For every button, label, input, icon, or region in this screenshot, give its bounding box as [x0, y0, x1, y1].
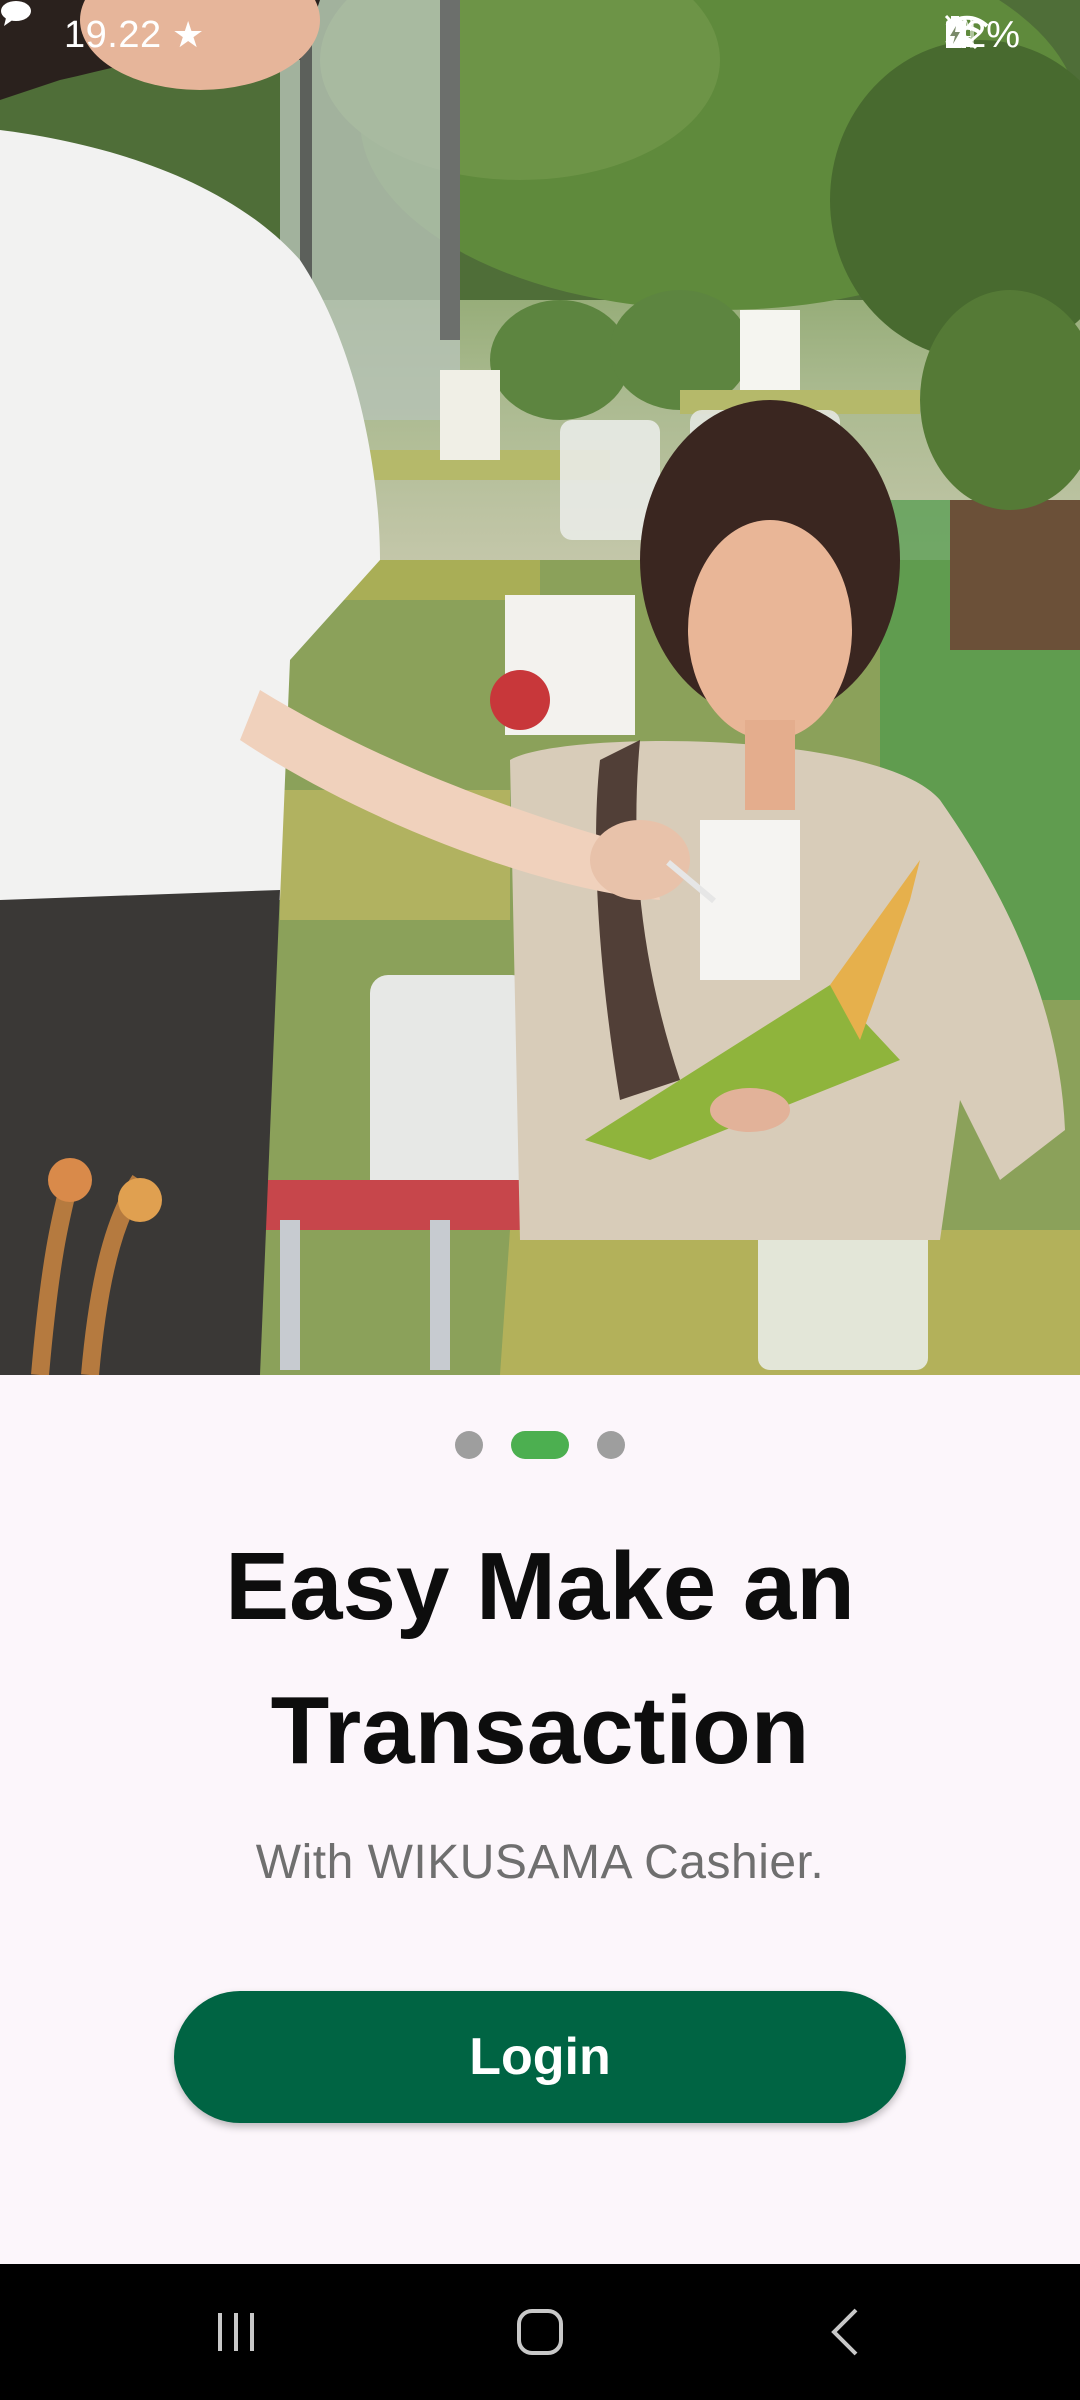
login-button[interactable]: Login: [174, 1991, 906, 2123]
page-dot-2-active[interactable]: [511, 1431, 569, 1459]
battery-icon: [945, 16, 964, 48]
home-icon: [517, 2309, 563, 2355]
recent-apps-button[interactable]: [136, 2264, 336, 2400]
hero-image: 19.22 ★ Vo)) LTE: [0, 0, 1080, 1375]
back-button[interactable]: [744, 2264, 944, 2400]
page-dot-1[interactable]: [455, 1431, 483, 1459]
home-button[interactable]: [440, 2264, 640, 2400]
onboarding-title: Easy Make an Transaction: [225, 1533, 855, 1784]
restaurant-illustration: [0, 0, 1080, 1375]
page-dot-3[interactable]: [597, 1431, 625, 1459]
status-icons: Vo)) LTE 52%: [944, 14, 1020, 57]
star-icon: ★: [172, 14, 205, 55]
chat-bubble-icon: [1, 1, 31, 26]
back-icon: [831, 2308, 858, 2356]
navigation-bar: [0, 2264, 1080, 2400]
status-bar: 19.22 ★ Vo)) LTE: [0, 0, 1080, 80]
onboarding-subtitle: With WIKUSAMA Cashier.: [255, 1836, 825, 1889]
status-time: 19.22: [64, 14, 162, 56]
page-indicator: [0, 1430, 1080, 1460]
onboarding-screen: 19.22 ★ Vo)) LTE: [0, 0, 1080, 2400]
recent-apps-icon: [218, 2313, 254, 2351]
